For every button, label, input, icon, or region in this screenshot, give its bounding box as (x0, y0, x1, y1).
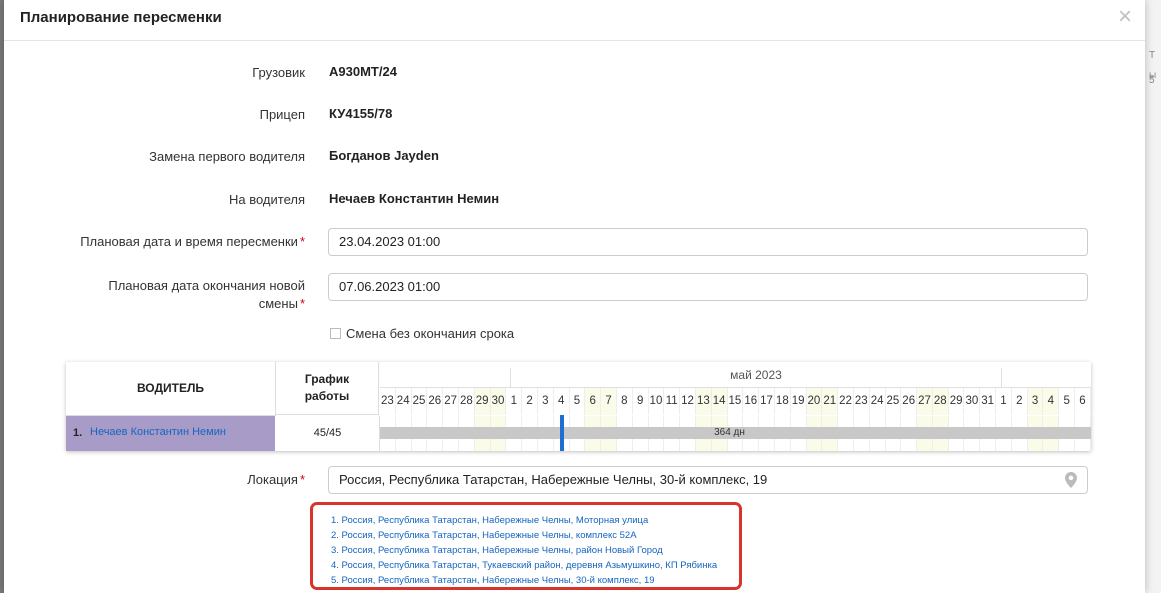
day-header-cell: 21 (822, 388, 839, 415)
day-header-cell: 2 (522, 388, 538, 415)
replace-driver-label: Замена первого водителя (149, 149, 305, 164)
day-header-cell: 2 (1012, 388, 1028, 415)
work-schedule-column-header: График работы (276, 362, 379, 415)
close-icon[interactable]: × (1111, 4, 1139, 32)
day-header-cell: 25 (886, 388, 902, 415)
day-header-row: 23 24 25 26 27 28 29 30 1 2 3 4 5 6 7 8 9 10 11 12 13 14 15 16 1… (380, 388, 1091, 415)
month-label: май 2023 (510, 368, 1002, 387)
plan-date-input[interactable]: 23.04.2023 01:00 (328, 228, 1088, 256)
day-header-cell: 29 (949, 388, 965, 415)
current-date-marker (560, 415, 564, 451)
truck-label: Грузовик (252, 65, 305, 80)
day-header-cell: 22 (838, 388, 854, 415)
day-header-cell: 10 (649, 388, 665, 415)
day-header-cell: 24 (396, 388, 412, 415)
trailer-label: Прицеп (259, 107, 305, 122)
day-header-cell: 28 (932, 388, 949, 415)
to-driver-label: На водителя (228, 192, 305, 207)
location-suggestion-item[interactable]: 4. Россия, Республика Татарстан, Тукаевс… (331, 558, 739, 573)
no-end-label: Смена без окончания срока (346, 326, 515, 341)
plan-date-label: Плановая дата и время пересменки * (80, 234, 305, 249)
modal-title: Планирование пересменки (20, 9, 222, 26)
day-header-cell: 6 (585, 388, 602, 415)
day-header-cell: 29 (474, 388, 491, 415)
day-header-cell: 1 (996, 388, 1012, 415)
day-header-cell: 8 (617, 388, 633, 415)
shift-planning-modal: Планирование пересменки × Грузовик А930М… (4, 0, 1145, 593)
end-date-input[interactable]: 07.06.2023 01:00 (328, 273, 1088, 301)
trailer-value: КУ4155/78 (329, 106, 393, 121)
day-header-cell: 18 (775, 388, 791, 415)
calendar: май 2023 23 24 25 26 27 28 29 30 1 2 3 4 5 6 7 8 9 10 11 12… (380, 362, 1091, 451)
location-suggestions: 1. Россия, Республика Татарстан, Набереж… (310, 502, 742, 590)
month-header-row: май 2023 (380, 362, 1091, 388)
background-text: 5 (1149, 75, 1155, 86)
location-suggestion-item[interactable]: 3. Россия, Республика Татарстан, Набереж… (331, 543, 739, 558)
day-header-cell: 15 (728, 388, 744, 415)
to-driver-value: Нечаев Константин Немин (329, 191, 500, 206)
no-end-checkbox[interactable] (330, 328, 341, 339)
replace-driver-value: Богданов Jayden (329, 148, 439, 163)
day-header-cell: 16 (743, 388, 760, 415)
background-text: Т (1149, 50, 1156, 61)
location-input[interactable]: Россия, Республика Татарстан, Набережные… (328, 466, 1088, 494)
day-header-cell: 30 (490, 388, 507, 415)
schedule-table: ВОДИТЕЛЬ График работы 1. Нечаев Констант… (66, 362, 1091, 451)
day-header-cell: 11 (664, 388, 681, 415)
day-header-cell: 26 (901, 388, 918, 415)
suggestion-list: 1. Россия, Республика Татарстан, Набереж… (313, 505, 739, 588)
required-mark: * (299, 234, 305, 249)
day-header-cell: 17 (759, 388, 775, 415)
location-value: Россия, Республика Татарстан, Набережные… (339, 472, 768, 487)
day-header-cell: 7 (601, 388, 617, 415)
day-header-cell: 26 (427, 388, 444, 415)
required-mark: * (299, 472, 305, 487)
day-header-cell: 13 (695, 388, 712, 415)
day-header-cell: 1 (506, 388, 523, 415)
day-header-cell: 31 (980, 388, 997, 415)
day-header-cell: 23 (380, 388, 396, 415)
map-pin-icon[interactable] (1065, 472, 1077, 488)
day-header-cell: 19 (791, 388, 807, 415)
day-header-cell: 6 (1075, 388, 1091, 415)
location-label: Локация * (247, 472, 305, 487)
required-mark: * (299, 296, 305, 311)
location-suggestion-item[interactable]: 1. Россия, Республика Татарстан, Набереж… (331, 513, 739, 528)
day-header-cell: 24 (870, 388, 886, 415)
day-header-cell: 3 (1027, 388, 1044, 415)
day-header-cell: 12 (680, 388, 696, 415)
day-header-cell: 28 (459, 388, 475, 415)
day-header-cell: 14 (711, 388, 728, 415)
day-header-cell: 23 (854, 388, 870, 415)
location-suggestion-item[interactable]: 2. Россия, Республика Татарстан, Набереж… (331, 528, 739, 543)
day-header-cell: 27 (443, 388, 459, 415)
shift-bar: 364 дн (380, 427, 1091, 439)
day-header-cell: 5 (570, 388, 586, 415)
row-number: 1. (73, 427, 83, 439)
location-suggestion-item[interactable]: 5. Россия, Республика Татарстан, Набереж… (331, 573, 739, 588)
day-header-cell: 3 (538, 388, 554, 415)
driver-link[interactable]: Нечаев Константин Немин (90, 426, 226, 438)
day-header-cell: 5 (1059, 388, 1076, 415)
driver-column-header: ВОДИТЕЛЬ (66, 362, 276, 416)
day-header-cell: 9 (633, 388, 649, 415)
day-header-cell: 4 (554, 388, 570, 415)
shift-bar-label: 364 дн (714, 427, 745, 438)
day-header-cell: 30 (964, 388, 981, 415)
day-header-cell: 27 (917, 388, 933, 415)
work-schedule-cell: 45/45 (276, 416, 380, 451)
background-page-edge: Т ы 5 (1145, 0, 1161, 593)
day-header-cell: 20 (806, 388, 823, 415)
modal-header: Планирование пересменки × (4, 0, 1145, 41)
truck-value: А930МТ/24 (329, 64, 397, 79)
day-header-cell: 25 (412, 388, 428, 415)
end-date-label: Плановая дата окончания новой смены * (108, 278, 305, 311)
day-header-cell: 4 (1043, 388, 1060, 415)
driver-cell: 1. Нечаев Константин Немин (66, 416, 275, 451)
